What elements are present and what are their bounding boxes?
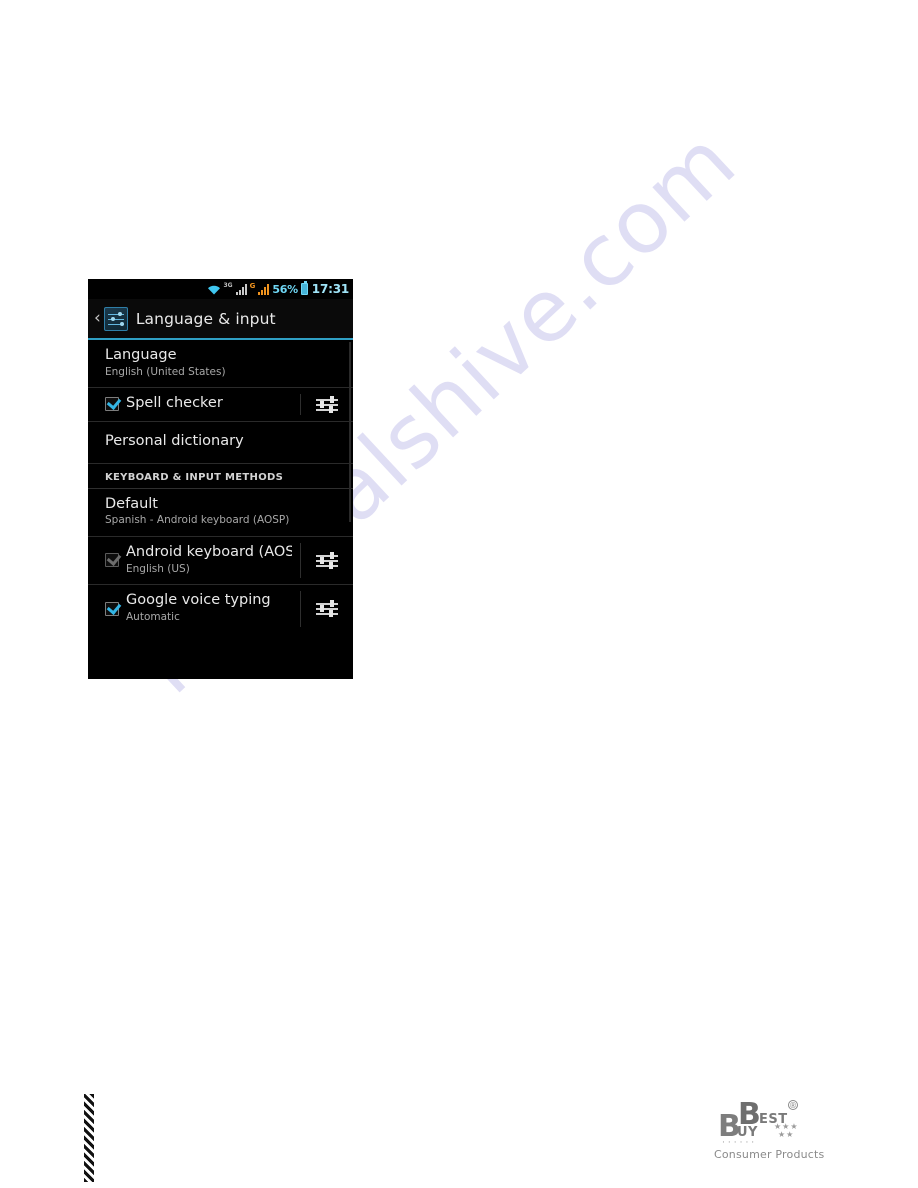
row-content: Google voice typing Automatic: [88, 585, 300, 632]
logo-stars-row2: ★★: [778, 1130, 795, 1139]
network-3g-label: 3G: [223, 282, 233, 289]
row-content: Default Spanish - Android keyboard (AOSP…: [88, 489, 353, 536]
list-item-language[interactable]: Language English (United States): [88, 340, 353, 389]
battery-icon: [300, 281, 308, 295]
battery-percent-label: 56%: [272, 282, 298, 296]
row-content: Personal dictionary: [88, 422, 353, 463]
list-item-title: Default: [105, 495, 158, 512]
wifi-icon: [207, 285, 220, 294]
sliders-settings-icon: [316, 551, 338, 571]
row-text: Default Spanish - Android keyboard (AOSP…: [105, 496, 289, 528]
logo-mark: B B EST UY ® ★★★ ★★ ······: [712, 1098, 808, 1148]
android-keyboard-settings-button[interactable]: [301, 537, 353, 584]
list-scrollbar[interactable]: [349, 342, 351, 522]
signal-bars-gsm: [258, 283, 270, 295]
list-item-title: Language: [105, 347, 177, 363]
status-bar-clock: 17:31: [311, 282, 349, 296]
section-header-keyboard-input-methods: KEYBOARD & INPUT METHODS: [88, 463, 353, 489]
sliders-settings-icon: [316, 599, 338, 619]
status-bar: 3G G 56% 17:31: [88, 279, 353, 299]
google-voice-typing-settings-button[interactable]: [301, 585, 353, 632]
registered-trademark-icon: ®: [788, 1100, 798, 1110]
list-item-title: Google voice typing: [126, 592, 271, 609]
list-item-subtitle: Spanish - Android keyboard (AOSP): [105, 514, 290, 527]
row-content: Android keyboard (AOSP) English (US): [88, 537, 300, 584]
spell-checker-settings-button[interactable]: [301, 388, 353, 421]
list-item-subtitle: English (United States): [105, 365, 226, 378]
list-item-android-keyboard-aosp[interactable]: Android keyboard (AOSP) English (US): [88, 537, 353, 586]
list-item-google-voice-typing[interactable]: Google voice typing Automatic: [88, 585, 353, 633]
row-text: Language English (United States): [105, 347, 226, 379]
list-item-subtitle: Automatic: [126, 611, 180, 624]
list-item-title: Personal dictionary: [105, 433, 244, 450]
row-content: Language English (United States): [88, 340, 353, 387]
logo-caption: Consumer Products: [714, 1148, 825, 1161]
android-screenshot: 3G G 56% 17:31 ‹ Language & input Langua…: [88, 279, 353, 679]
list-item-default-keyboard[interactable]: Default Spanish - Android keyboard (AOSP…: [88, 488, 353, 538]
android-keyboard-checkbox[interactable]: [105, 553, 119, 568]
row-content: Spell checker: [88, 388, 300, 421]
back-chevron-icon[interactable]: ‹: [92, 310, 104, 327]
spell-checker-checkbox[interactable]: [105, 397, 119, 412]
network-g-label: G: [249, 281, 256, 290]
list-item-personal-dictionary[interactable]: Personal dictionary: [88, 422, 353, 464]
scan-artifact-stripe: [84, 1094, 94, 1182]
page-title: Language & input: [135, 309, 276, 328]
list-item-title: Android keyboard (AOSP): [126, 544, 292, 561]
settings-sliders-icon[interactable]: [103, 306, 128, 331]
action-bar: ‹ Language & input: [88, 299, 353, 340]
google-voice-typing-checkbox[interactable]: [105, 601, 119, 616]
best-buy-logo: B B EST UY ® ★★★ ★★ ······ Consumer Prod…: [712, 1098, 824, 1168]
settings-list[interactable]: Language English (United States) Spell c…: [88, 340, 353, 677]
list-item-title: Spell checker: [126, 395, 223, 412]
row-text: Google voice typing Automatic: [126, 592, 271, 624]
signal-bars-3g: [235, 283, 247, 295]
list-item-subtitle: English (US): [126, 562, 190, 575]
list-item-spell-checker[interactable]: Spell checker: [88, 388, 353, 423]
row-text: Android keyboard (AOSP) English (US): [126, 544, 292, 576]
sliders-settings-icon: [316, 395, 338, 415]
page-canvas: manualshive.com 3G G 56% 17:31 ‹ Languag…: [0, 0, 918, 1188]
logo-dots: ······: [722, 1138, 758, 1148]
row-text: Spell checker: [126, 395, 223, 413]
